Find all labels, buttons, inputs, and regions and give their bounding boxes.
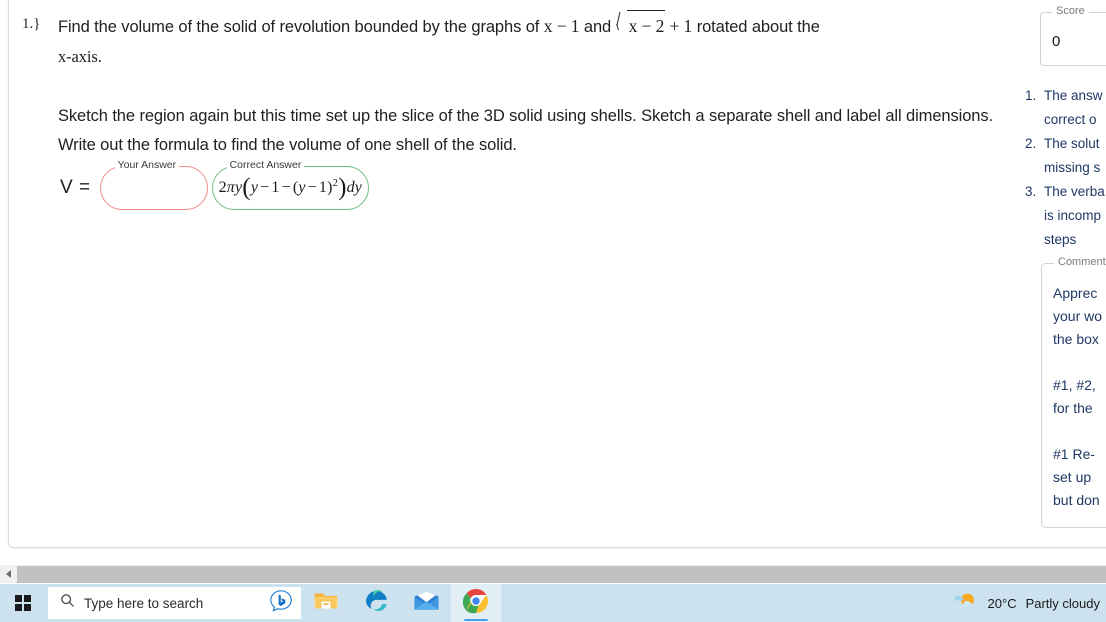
weather-temperature: 20°C bbox=[987, 595, 1017, 611]
mail-icon bbox=[413, 590, 440, 617]
taskbar-item-chrome[interactable] bbox=[451, 584, 501, 622]
sqrt-radicand: x − 2 bbox=[626, 10, 666, 41]
comment-paragraph: #1 Re- set up but don bbox=[1053, 443, 1106, 512]
expression-x-minus-1: x − 1 bbox=[543, 16, 580, 36]
taskbar-item-edge[interactable] bbox=[351, 584, 401, 622]
feedback-line: The answ bbox=[1044, 88, 1103, 103]
volume-equals-label: V = bbox=[60, 177, 91, 198]
your-answer-field[interactable]: Your Answer bbox=[99, 159, 208, 210]
sqrt-expression: x − 2 bbox=[616, 10, 666, 41]
feedback-line: missing s bbox=[1044, 160, 1101, 175]
screen-root: 1.} Find the volume of the solid of revo… bbox=[0, 0, 1106, 622]
feedback-line: correct o bbox=[1044, 112, 1097, 127]
taskbar-item-mail[interactable] bbox=[401, 584, 451, 622]
weather-widget[interactable]: 20°C Partly cloudy bbox=[950, 584, 1106, 622]
comment-paragraph: #1, #2, for the bbox=[1053, 374, 1106, 420]
question-text-line2: x-axis. bbox=[58, 42, 1004, 72]
feedback-line: steps bbox=[1044, 232, 1077, 247]
score-value: 0 bbox=[1052, 33, 1061, 50]
feedback-line: is incomp bbox=[1044, 208, 1102, 223]
question-text-line1: Find the volume of the solid of revoluti… bbox=[58, 10, 1004, 42]
weather-description: Partly cloudy bbox=[1025, 595, 1100, 611]
comment-line: but don bbox=[1053, 492, 1100, 508]
list-item: The verba is incomp steps bbox=[1040, 180, 1106, 252]
question-number: 1.} bbox=[22, 16, 41, 32]
score-legend: Score bbox=[1052, 5, 1089, 17]
partly-cloudy-icon bbox=[950, 589, 980, 618]
correct-answer-legend: Correct Answer bbox=[226, 159, 305, 171]
question-block: 1.} Find the volume of the solid of revo… bbox=[14, 10, 1004, 210]
grading-sidebar: Score 0 The answ correct o The solut mis… bbox=[1014, 0, 1106, 548]
triangle-left-icon bbox=[6, 570, 11, 578]
comment-line: for the bbox=[1053, 400, 1093, 416]
question-prompt-post: rotated about the bbox=[692, 18, 820, 36]
comment-field[interactable]: Comment Apprec your wo the box #1, #2, f… bbox=[1041, 256, 1106, 528]
feedback-line: The verba bbox=[1044, 184, 1105, 199]
search-placeholder-text: Type here to search bbox=[84, 595, 204, 611]
chrome-icon bbox=[462, 588, 489, 619]
comment-line: #1 Re- bbox=[1053, 446, 1096, 462]
scroll-left-arrow-icon[interactable] bbox=[0, 565, 17, 583]
question-paragraph-2: Sketch the region again but this time se… bbox=[58, 107, 993, 154]
feedback-line: The solut bbox=[1044, 136, 1100, 151]
comment-paragraph: Apprec your wo the box bbox=[1053, 282, 1106, 351]
list-item: The solut missing s bbox=[1040, 132, 1106, 180]
edge-icon bbox=[364, 588, 389, 618]
comment-spacer bbox=[1053, 420, 1106, 443]
comment-body: Apprec your wo the box #1, #2, for the #… bbox=[1053, 282, 1106, 512]
comment-line: Apprec bbox=[1053, 285, 1098, 301]
comment-line: your wo bbox=[1053, 308, 1103, 324]
score-field: Score 0 bbox=[1040, 5, 1106, 66]
list-item: The answ correct o bbox=[1040, 84, 1106, 132]
your-answer-legend: Your Answer bbox=[114, 159, 180, 171]
answer-row: V = Your Answer Correct Answer 2πy(y −1−(… bbox=[58, 159, 1004, 210]
comment-line: the box bbox=[1053, 331, 1099, 347]
taskbar-item-file-explorer[interactable] bbox=[301, 584, 351, 622]
question-prompt-mid: and bbox=[579, 18, 616, 36]
comment-line: set up bbox=[1053, 469, 1092, 485]
correct-answer-field: Correct Answer 2πy(y −1− (y −1)2)dy bbox=[211, 159, 370, 210]
feedback-list: The answ correct o The solut missing s T… bbox=[1018, 84, 1106, 252]
windows-taskbar: Type here to search 20°C Partly cloudy bbox=[0, 584, 1106, 622]
file-explorer-icon bbox=[313, 589, 339, 618]
search-input[interactable]: Type here to search bbox=[48, 587, 301, 619]
comment-legend: Comment bbox=[1054, 256, 1106, 268]
comment-spacer bbox=[1053, 351, 1106, 374]
scrollbar-thumb[interactable] bbox=[17, 565, 1106, 583]
question-prompt-pre: Find the volume of the solid of revoluti… bbox=[58, 18, 544, 36]
correct-answer-formula: 2πy(y −1− (y −1)2)dy bbox=[218, 174, 363, 201]
x-axis-label: x-axis. bbox=[58, 47, 102, 66]
horizontal-scrollbar[interactable] bbox=[0, 565, 1106, 583]
bing-chat-icon[interactable] bbox=[269, 589, 293, 618]
comment-line: #1, #2, bbox=[1053, 377, 1096, 393]
start-button[interactable] bbox=[0, 584, 46, 622]
windows-logo-icon bbox=[15, 595, 31, 611]
search-icon bbox=[60, 593, 75, 613]
expression-plus-1: + 1 bbox=[665, 16, 693, 36]
